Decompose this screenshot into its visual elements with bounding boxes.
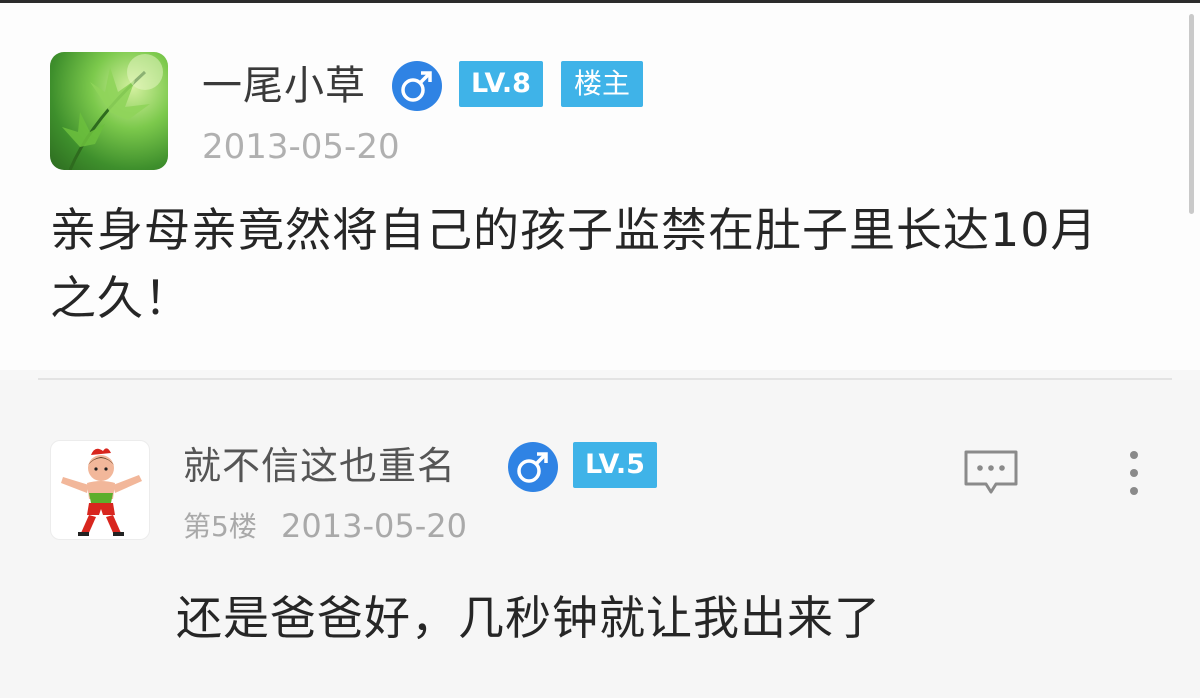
op-username[interactable]: 一尾小草	[202, 58, 366, 114]
reply-username[interactable]: 就不信这也重名	[183, 440, 456, 492]
scrollbar[interactable]	[1189, 14, 1194, 214]
reply-date: 2013-05-20	[281, 507, 467, 545]
post-content: 亲身母亲竟然将自己的孩子监禁在肚子里长达10月之久！	[50, 203, 1098, 325]
level-badge: LV.8	[459, 61, 543, 107]
reply-item	[0, 380, 1200, 698]
thread-screen: 一尾小草 LV.8 楼主 2013-05-20 亲身母亲竟然将自己的孩子监禁在肚…	[0, 0, 1200, 698]
more-options-icon[interactable]	[1118, 448, 1150, 502]
reply-content: 还是爸爸好，几秒钟就让我出来了	[176, 591, 881, 645]
avatar[interactable]	[50, 440, 150, 540]
post-date: 2013-05-20	[202, 127, 400, 167]
op-badge: 楼主	[561, 61, 643, 107]
male-icon	[392, 61, 442, 111]
top-border	[0, 0, 1200, 3]
avatar[interactable]	[50, 52, 168, 170]
comment-icon[interactable]	[962, 448, 1020, 500]
level-badge: LV.5	[573, 442, 657, 488]
male-icon	[508, 442, 558, 492]
floor-number: 第5楼	[183, 510, 257, 543]
original-post: 一尾小草 LV.8 楼主 2013-05-20 亲身母亲竟然将自己的孩子监禁在肚…	[0, 0, 1200, 370]
